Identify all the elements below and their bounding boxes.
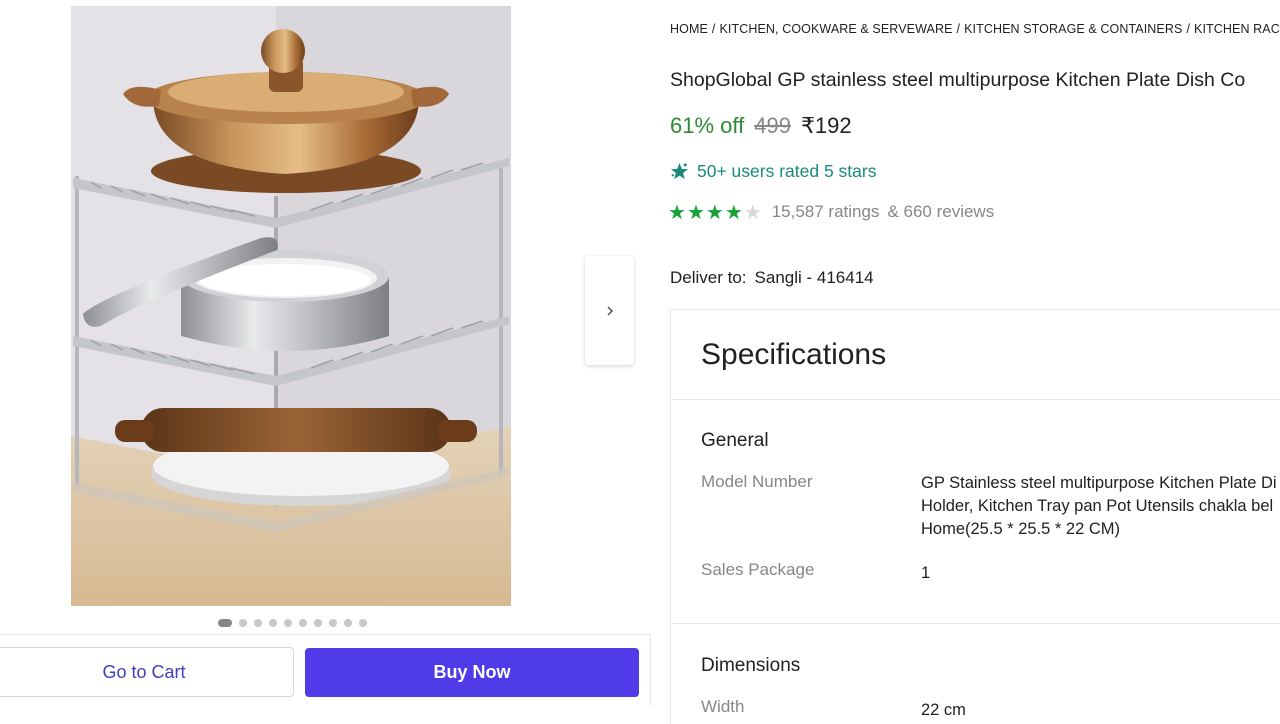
image-dot[interactable]: [254, 619, 262, 627]
ratings-count: 15,587 ratings: [771, 202, 880, 221]
rated-badge: 50+ users rated 5 stars: [670, 161, 876, 182]
image-dot[interactable]: [284, 619, 292, 627]
deliver-label: Deliver to:: [670, 268, 747, 287]
spec-label-sales-package: Sales Package: [701, 560, 815, 579]
spec-value-sales-package: 1: [921, 564, 931, 582]
breadcrumb-link[interactable]: KITCHEN STORAGE & CONTAINERS: [964, 22, 1182, 36]
go-to-cart-button[interactable]: Go to Cart: [0, 647, 294, 697]
image-dot[interactable]: [344, 619, 352, 627]
purchase-action-bar: Go to Cart Buy Now: [0, 634, 651, 706]
star-icon: ★: [724, 200, 743, 224]
price-row: 61% off 499 ₹192: [670, 113, 852, 139]
star-icon: ★: [668, 200, 686, 224]
product-image[interactable]: [71, 6, 511, 606]
spec-section-title: Dimensions: [701, 655, 801, 676]
chevron-right-icon: [606, 305, 613, 316]
product-page: Go to Cart Buy Now HOME / KITCHEN, COOKWAR…: [0, 0, 1280, 724]
delivery-location[interactable]: Deliver to: Sangli - 416414: [670, 268, 874, 288]
corner-rack-illustration: [71, 6, 511, 606]
spec-value-width: 22 cm: [921, 701, 966, 719]
star-icon: ★: [705, 200, 724, 224]
breadcrumb-link[interactable]: HOME: [670, 22, 708, 36]
image-dot[interactable]: [359, 619, 367, 627]
specifications-panel: Specifications General Model Number GP S…: [670, 309, 1280, 724]
image-dot[interactable]: [314, 619, 322, 627]
specifications-heading: Specifications: [671, 310, 1280, 400]
spec-label-model-number: Model Number: [701, 472, 813, 491]
star-icon: ★: [686, 200, 705, 224]
rated-badge-text: 50+ users rated 5 stars: [697, 161, 877, 181]
spec-value-model-number: GP Stainless steel multipurpose Kitchen …: [921, 474, 1277, 538]
rating-stars: ★ ★ ★ ★ ★: [668, 202, 762, 222]
breadcrumb-link[interactable]: KITCHEN, COOKWARE & SERVEWARE: [719, 22, 952, 36]
spec-section-title: General: [701, 430, 769, 451]
image-pagination-dots: [218, 619, 367, 627]
product-title: ShopGlobal GP stainless steel multipurpo…: [670, 69, 1246, 91]
breadcrumb-separator: /: [956, 22, 961, 36]
breadcrumb-separator: /: [1186, 22, 1191, 36]
spec-section-dimensions: Dimensions Width 22 cm: [671, 624, 1280, 724]
reviews-count: & 660 reviews: [887, 202, 995, 221]
breadcrumb: HOME / KITCHEN, COOKWARE & SERVEWARE / KITCH…: [670, 22, 1280, 36]
spec-section-general: General Model Number GP Stainless steel …: [671, 400, 1280, 624]
image-dot[interactable]: [218, 619, 232, 627]
original-price: 499: [754, 113, 791, 138]
discount-label: 61% off: [670, 113, 745, 138]
breadcrumb-separator: /: [711, 22, 716, 36]
buy-now-button[interactable]: Buy Now: [305, 648, 639, 697]
image-dot[interactable]: [269, 619, 277, 627]
image-dot[interactable]: [299, 619, 307, 627]
breadcrumb-link[interactable]: KITCHEN RACKS: [1194, 22, 1280, 36]
deliver-pincode: Sangli - 416414: [754, 268, 874, 287]
image-dot[interactable]: [239, 619, 247, 627]
ratings-row[interactable]: ★ ★ ★ ★ ★ 15,587 ratings & 660 reviews: [668, 202, 994, 222]
star-icon: ★: [743, 200, 762, 224]
image-dot[interactable]: [329, 619, 337, 627]
next-image-button[interactable]: [585, 256, 634, 365]
selling-price: ₹192: [800, 113, 852, 138]
spec-label-width: Width: [701, 697, 745, 716]
sparkle-star-icon: [670, 162, 689, 180]
